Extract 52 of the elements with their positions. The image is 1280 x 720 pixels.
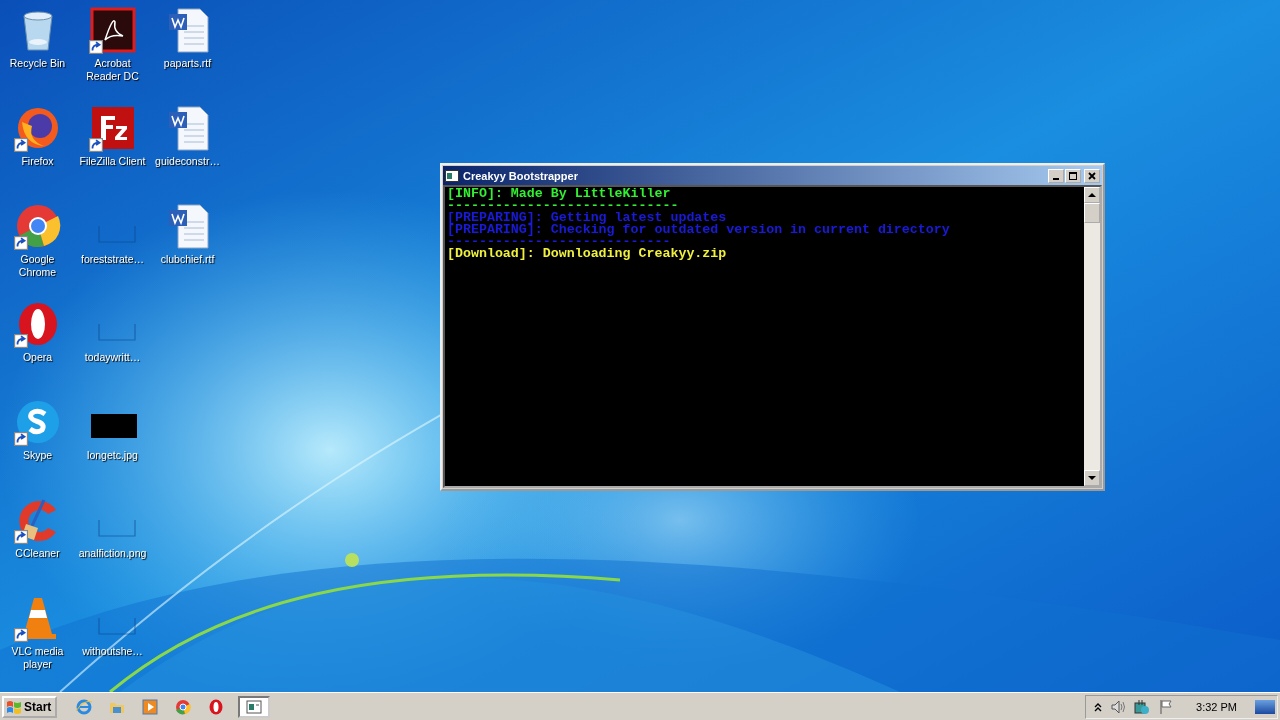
minimize-button[interactable] [1048,168,1064,183]
console-line: [PREPARING]: Checking for outdated version in current directory [447,224,951,236]
icon-label[interactable]: Opera [22,351,53,364]
scroll-up-button[interactable] [1084,187,1100,203]
icon-label[interactable]: FileZilla Client [79,155,146,168]
icon-label[interactable]: withoutshe… [82,645,143,658]
scroll-down-button[interactable] [1084,470,1100,486]
icon-label[interactable]: analfiction.png [78,547,147,560]
minimize-icon [1053,177,1059,180]
scrollbar[interactable] [1084,187,1100,486]
scroll-thumb[interactable] [1084,203,1100,223]
taskbar-button[interactable] [238,695,271,718]
flag-icon[interactable] [1158,698,1175,715]
start-button[interactable]: Start [2,695,58,718]
icon-label[interactable]: Google Chrome [1,253,74,279]
console-icon [445,169,459,182]
maximize-icon [1068,170,1078,181]
close-button[interactable] [1084,168,1100,183]
acrobat-icon[interactable] [88,6,137,54]
console-window-icon [246,698,263,715]
icon-label[interactable]: Acrobat Reader DC [76,57,149,83]
icon-label[interactable]: longetc.jpg [87,449,138,462]
caret-down-icon [1088,475,1096,481]
icon-label[interactable]: VLC media player [1,645,74,671]
clock[interactable]: 3:32 PM [1196,700,1237,713]
console-line: ----------------------------- [447,200,679,212]
icon-label[interactable]: Firefox [21,155,54,168]
close-icon [1087,170,1097,181]
show-desktop-button[interactable] [1255,699,1275,714]
chrome-icon [175,698,192,715]
icon-label[interactable]: Skype [22,449,53,462]
console-line: [INFO]: Made By LittleKiller [447,188,672,200]
caret-up-icon [1088,192,1096,198]
speaker-icon[interactable] [1110,698,1127,715]
icon-label[interactable]: CCleaner [15,547,60,560]
icon-label[interactable]: foreststrate… [81,253,144,266]
opera-icon [208,698,225,715]
chevron-icon[interactable] [1094,701,1103,712]
icon-label[interactable]: todaywritt… [84,351,141,364]
icon-label[interactable]: Recycle Bin [9,57,66,70]
icon-label[interactable]: paparts.rtf [163,57,212,70]
icon-label[interactable]: guideconstr… [155,155,220,168]
window-title: Creakyy Bootstrapper [463,169,579,182]
console-line: [PREPARING]: Getting latest updates [447,212,727,224]
icon-label[interactable]: clubchief.rtf [160,253,215,266]
console-line: ---------------------------- [447,236,671,248]
windows-logo-icon [6,699,22,714]
internet-explorer-icon [76,698,93,715]
network-icon[interactable] [1134,698,1151,715]
console-line: [Download]: Downloading Creakyy.zip [447,248,728,260]
maximize-button[interactable] [1065,168,1081,183]
media-player-icon [142,698,159,715]
